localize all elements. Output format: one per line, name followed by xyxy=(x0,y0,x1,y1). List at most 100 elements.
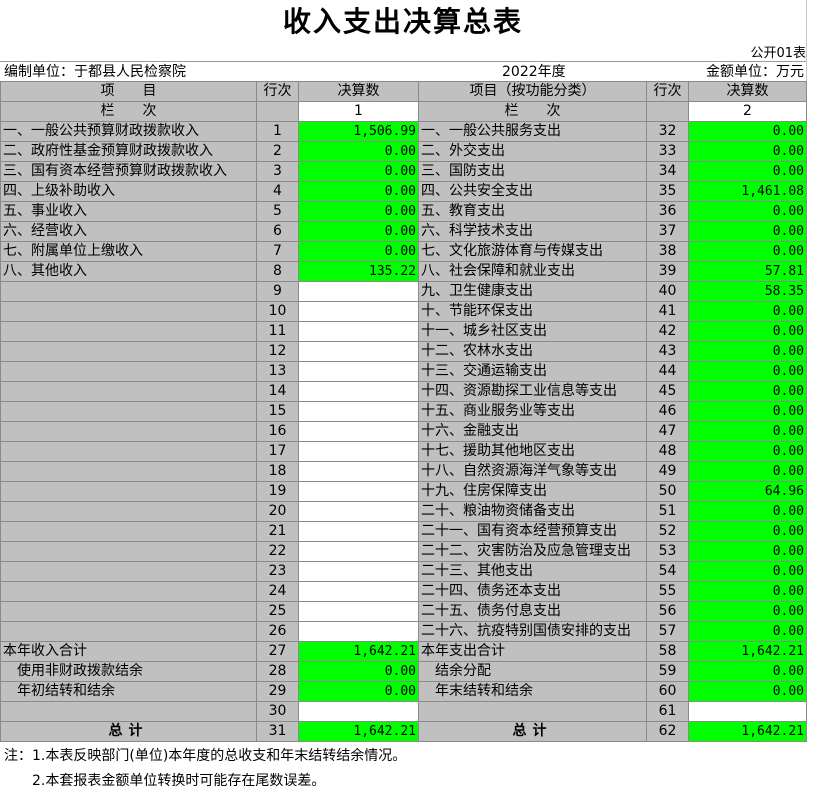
income-amount xyxy=(298,621,419,642)
table-row: 四、上级补助收入 4 0.00 四、公共安全支出 35 1,461.08 xyxy=(0,181,807,202)
table-row: 24 二十四、债务还本支出 55 0.00 xyxy=(0,581,807,602)
income-amount xyxy=(298,601,419,622)
table-row: 25 二十五、债务付息支出 56 0.00 xyxy=(0,601,807,622)
expense-amount: 58.35 xyxy=(688,281,807,302)
income-row-no: 16 xyxy=(256,421,299,442)
expense-amount: 57.81 xyxy=(688,261,807,282)
expense-amount: 0.00 xyxy=(688,381,807,402)
expense-amount: 0.00 xyxy=(688,461,807,482)
expense-row-no: 52 xyxy=(646,521,689,542)
expense-item: 年末结转和结余 xyxy=(418,681,647,702)
header-row: 项 目 行次 决算数 项目（按功能分类） 行次 决算数 xyxy=(0,81,807,102)
footnote-1: 注：1.本表反映部门(单位)本年度的总收支和年末结转结余情况。 xyxy=(4,748,407,764)
expense-total-row-no: 62 xyxy=(646,721,689,742)
table-row: 10 十、节能环保支出 41 0.00 xyxy=(0,301,807,322)
form-number: 公开01表 xyxy=(750,46,806,61)
table-row: 13 十三、交通运输支出 44 0.00 xyxy=(0,361,807,382)
expense-row-no: 58 xyxy=(646,641,689,662)
income-item: 三、国有资本经营预算财政拨款收入 xyxy=(0,161,257,182)
column-index-row: 栏 次 1 栏 次 2 xyxy=(0,101,807,122)
expense-amount: 1,642.21 xyxy=(688,641,807,662)
income-item xyxy=(0,281,257,302)
header-item: 项 目 xyxy=(0,81,257,102)
income-item: 一、一般公共预算财政拨款收入 xyxy=(0,121,257,142)
expense-row-no: 48 xyxy=(646,441,689,462)
income-item: 本年收入合计 xyxy=(0,641,257,662)
income-item: 六、经营收入 xyxy=(0,221,257,242)
income-item xyxy=(0,521,257,542)
compiling-unit: 编制单位：于都县人民检察院 xyxy=(4,64,186,80)
income-item xyxy=(0,621,257,642)
table-row: 16 十六、金融支出 47 0.00 xyxy=(0,421,807,442)
income-amount xyxy=(298,281,419,302)
table-row: 21 二十一、国有资本经营预算支出 52 0.00 xyxy=(0,521,807,542)
expense-row-no: 55 xyxy=(646,581,689,602)
expense-item: 十八、自然资源海洋气象等支出 xyxy=(418,461,647,482)
table-row: 18 十八、自然资源海洋气象等支出 49 0.00 xyxy=(0,461,807,482)
expense-row-no: 44 xyxy=(646,361,689,382)
expense-amount: 0.00 xyxy=(688,301,807,322)
income-item xyxy=(0,361,257,382)
income-item xyxy=(0,381,257,402)
expense-amount: 0.00 xyxy=(688,581,807,602)
expense-row-no: 54 xyxy=(646,561,689,582)
table-row: 二、政府性基金预算财政拨款收入 2 0.00 二、外交支出 33 0.00 xyxy=(0,141,807,162)
column-blank xyxy=(256,101,299,122)
income-amount xyxy=(298,561,419,582)
income-row-no: 6 xyxy=(256,221,299,242)
income-row-no: 18 xyxy=(256,461,299,482)
income-amount xyxy=(298,441,419,462)
report-meta-row: 编制单位：于都县人民检察院 2022年度 金额单位：万元 xyxy=(0,61,806,82)
expense-item: 五、教育支出 xyxy=(418,201,647,222)
table-row: 11 十一、城乡社区支出 42 0.00 xyxy=(0,321,807,342)
income-amount: 0.00 xyxy=(298,221,419,242)
expense-row-no: 32 xyxy=(646,121,689,142)
income-row-no: 30 xyxy=(256,701,299,722)
income-item: 年初结转和结余 xyxy=(0,681,257,702)
expense-row-no: 34 xyxy=(646,161,689,182)
expense-row-no: 42 xyxy=(646,321,689,342)
income-amount xyxy=(298,341,419,362)
expense-amount: 0.00 xyxy=(688,361,807,382)
table-row: 19 十九、住房保障支出 50 64.96 xyxy=(0,481,807,502)
income-row-no: 13 xyxy=(256,361,299,382)
expense-row-no: 53 xyxy=(646,541,689,562)
income-amount xyxy=(298,581,419,602)
income-row-no: 29 xyxy=(256,681,299,702)
income-amount: 0.00 xyxy=(298,241,419,262)
income-row-no: 3 xyxy=(256,161,299,182)
income-row-no: 4 xyxy=(256,181,299,202)
table-row: 八、其他收入 8 135.22 八、社会保障和就业支出 39 57.81 xyxy=(0,261,807,282)
income-row-no: 10 xyxy=(256,301,299,322)
expense-item: 二十三、其他支出 xyxy=(418,561,647,582)
table-row: 9 九、卫生健康支出 40 58.35 xyxy=(0,281,807,302)
income-amount xyxy=(298,481,419,502)
income-row-no: 15 xyxy=(256,401,299,422)
expense-item: 本年支出合计 xyxy=(418,641,647,662)
income-amount: 1,642.21 xyxy=(298,641,419,662)
income-amount xyxy=(298,701,419,722)
income-item xyxy=(0,461,257,482)
table-row: 14 十四、资源勘探工业信息等支出 45 0.00 xyxy=(0,381,807,402)
expense-row-no: 59 xyxy=(646,661,689,682)
income-amount xyxy=(298,461,419,482)
income-amount xyxy=(298,381,419,402)
footnotes: 注：1.本表反映部门(单位)本年度的总收支和年末结转结余情况。 2.本套报表金额… xyxy=(4,744,406,794)
income-row-no: 25 xyxy=(256,601,299,622)
table-row: 15 十五、商业服务业等支出 46 0.00 xyxy=(0,401,807,422)
column-index-1: 1 xyxy=(298,101,419,122)
expense-row-no: 46 xyxy=(646,401,689,422)
income-amount xyxy=(298,321,419,342)
expense-item: 结余分配 xyxy=(418,661,647,682)
income-total-amount: 1,642.21 xyxy=(298,721,419,742)
table-row: 三、国有资本经营预算财政拨款收入 3 0.00 三、国防支出 34 0.00 xyxy=(0,161,807,182)
column-label-right: 栏 次 xyxy=(418,101,647,122)
income-row-no: 11 xyxy=(256,321,299,342)
expense-amount: 0.00 xyxy=(688,201,807,222)
expense-item: 六、科学技术支出 xyxy=(418,221,647,242)
expense-amount: 0.00 xyxy=(688,601,807,622)
income-row-no: 22 xyxy=(256,541,299,562)
expense-row-no: 45 xyxy=(646,381,689,402)
expense-row-no: 51 xyxy=(646,501,689,522)
table-row: 12 十二、农林水支出 43 0.00 xyxy=(0,341,807,362)
